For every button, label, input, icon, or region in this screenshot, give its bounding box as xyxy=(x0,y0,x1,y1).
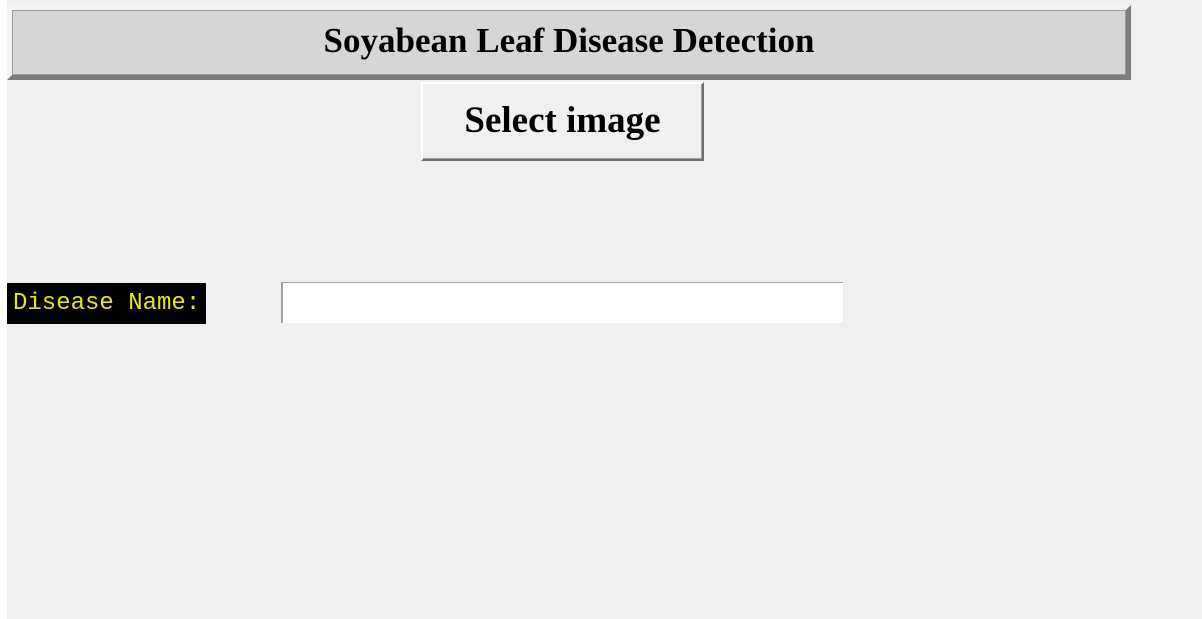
select-image-button-label: Select image xyxy=(464,100,661,141)
disease-name-field[interactable] xyxy=(281,282,843,323)
app-title-text: Soyabean Leaf Disease Detection xyxy=(323,20,815,60)
select-image-button[interactable]: Select image xyxy=(421,82,704,161)
app-title: Soyabean Leaf Disease Detection xyxy=(7,5,1131,80)
title-bar: Soyabean Leaf Disease Detection xyxy=(7,5,1131,80)
disease-name-label: Disease Name: xyxy=(7,283,207,324)
app-window: Soyabean Leaf Disease Detection Select i… xyxy=(7,0,1202,619)
